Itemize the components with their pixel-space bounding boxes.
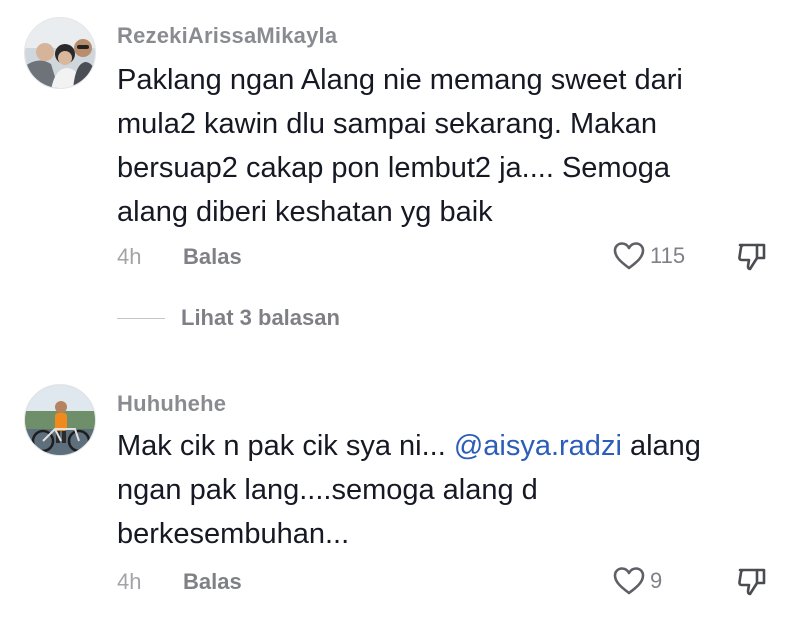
comment-text-line: bersuap2 cakap pon lembut2 ja.... Semoga [117,152,670,184]
comment-username[interactable]: RezekiArissaMikayla [117,23,337,49]
mention-link[interactable]: @aisya.radzi [454,430,622,462]
avatar[interactable] [24,384,96,456]
comment-timestamp: 4h [117,569,142,594]
comment-text: Mak cik n pak cik sya ni... @aisya.radzi… [117,424,767,556]
comment-username[interactable]: Huhuhehe [117,391,226,417]
thumbs-down-outline-icon [738,568,766,596]
heart-outline-icon [613,242,645,270]
thumbs-down-outline-icon [738,243,766,271]
avatar-photo [25,18,95,88]
avatar-photo [25,385,95,455]
comment-text-line: ngan pak lang....semoga alang d [117,474,538,506]
avatar[interactable] [24,17,96,89]
dislike-button[interactable] [736,240,768,272]
dislike-button[interactable] [736,565,768,597]
divider [117,317,165,319]
like-count: 9 [650,568,663,593]
view-replies-button[interactable]: Lihat 3 balasan [117,300,340,336]
like-button[interactable]: 9 [612,565,662,597]
comment-timestamp: 4h [117,244,142,269]
comment-actions: 4h Balas 115 [0,238,800,274]
like-count: 115 [650,243,686,268]
comment-actions: 4h Balas 9 [0,563,800,599]
reply-button[interactable]: Balas [183,569,242,595]
view-replies-label: Lihat 3 balasan [181,305,340,330]
comment-text-line: berkesembuhan... [117,518,350,550]
comment-text-line: Paklang ngan Alang nie memang sweet dari [117,64,683,96]
comment-text-line: alang diberi keshatan yg baik [117,196,493,228]
comment-text-segment: alang [621,430,701,462]
heart-outline-icon [613,567,645,595]
comment-text: Paklang ngan Alang nie memang sweet dari… [117,58,767,234]
comment-text-segment: Mak cik n pak cik sya ni... [117,430,454,462]
comment-text-line: Mak cik n pak cik sya ni... @aisya.radzi… [117,424,767,468]
like-button[interactable]: 115 [612,240,685,272]
comment-text-line: mula2 kawin dlu sampai sekarang. Makan [117,108,657,140]
reply-button[interactable]: Balas [183,244,242,270]
